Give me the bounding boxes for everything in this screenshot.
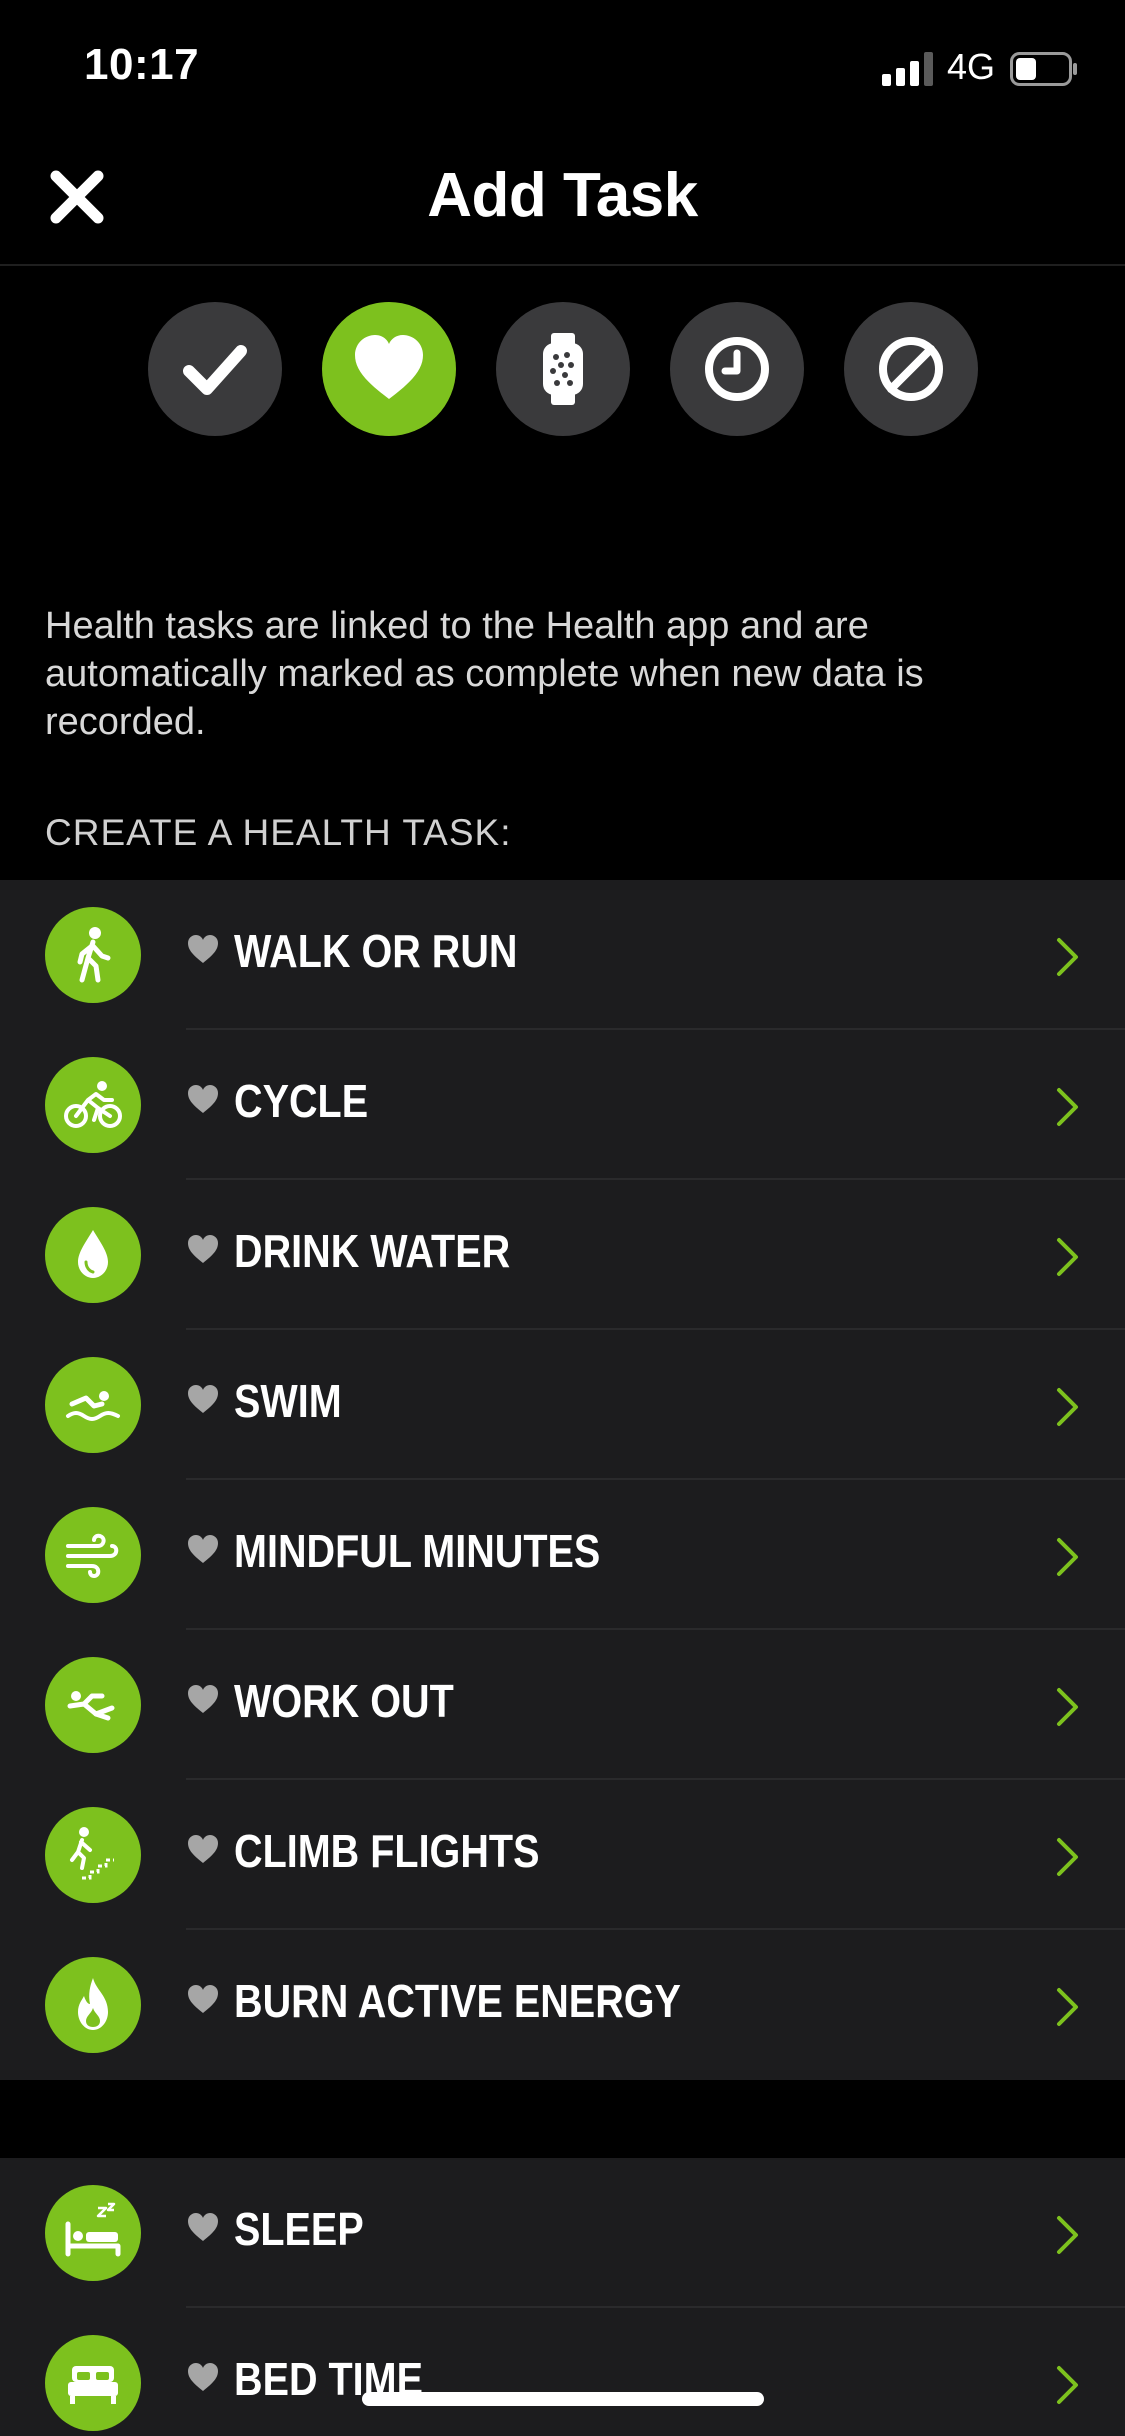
task-type-avoid-button[interactable] xyxy=(844,302,978,436)
stairs-icon xyxy=(70,1827,114,1880)
task-type-checkmark-button[interactable] xyxy=(148,302,282,436)
watch-icon xyxy=(543,333,583,405)
task-type-scheduled-button[interactable] xyxy=(670,302,804,436)
heart-icon xyxy=(188,1835,218,1863)
sleep-bed-icon xyxy=(65,2202,121,2257)
chevron-right-icon xyxy=(1057,1838,1078,1876)
heart-icon xyxy=(188,935,218,963)
task-label: CLIMB FLIGHTS xyxy=(234,1825,540,1877)
task-label: DRINK WATER xyxy=(234,1225,511,1277)
chevron-right-icon xyxy=(1057,1988,1078,2026)
chevron-right-icon xyxy=(1057,2216,1078,2254)
task-row-swim[interactable]: SWIM xyxy=(0,1330,1125,1480)
heart-icon xyxy=(188,1535,218,1563)
task-row-walk-or-run[interactable]: WALK OR RUN xyxy=(0,880,1125,1030)
swim-icon xyxy=(66,1391,120,1421)
checkmark-icon xyxy=(183,345,247,395)
task-label: WALK OR RUN xyxy=(234,925,518,977)
heart-icon xyxy=(188,1235,218,1263)
task-row-cycle[interactable]: CYCLE xyxy=(0,1030,1125,1180)
chevron-right-icon xyxy=(1057,1688,1078,1726)
task-label: WORK OUT xyxy=(234,1675,454,1727)
heart-icon xyxy=(188,2363,218,2391)
task-type-selector xyxy=(0,302,1125,436)
heart-icon xyxy=(188,2213,218,2241)
health-description: Health tasks are linked to the Health ap… xyxy=(45,605,924,743)
task-label: SWIM xyxy=(234,1375,342,1427)
task-type-watch-button[interactable] xyxy=(496,302,630,436)
task-label: CYCLE xyxy=(234,1075,369,1127)
chevron-right-icon xyxy=(1057,938,1078,976)
chevron-right-icon xyxy=(1057,2366,1078,2404)
heart-icon xyxy=(188,1385,218,1413)
flame-icon xyxy=(78,1978,108,2030)
workout-icon xyxy=(67,1691,115,1721)
chevron-right-icon xyxy=(1057,1538,1078,1576)
heart-icon xyxy=(188,1085,218,1113)
status-bar: 10:17 4G xyxy=(0,0,1125,132)
bicycle-icon xyxy=(64,1081,122,1128)
task-row-mindful-minutes[interactable]: MINDFUL MINUTES xyxy=(0,1480,1125,1630)
water-drop-icon xyxy=(78,1230,108,1278)
task-row-climb-flights[interactable]: CLIMB FLIGHTS xyxy=(0,1780,1125,1930)
block-icon xyxy=(879,337,943,401)
task-row-bed-time[interactable]: BED TIME xyxy=(0,2308,1125,2436)
task-row-burn-active-energy[interactable]: BURN ACTIVE ENERGY xyxy=(0,1930,1125,2080)
task-row-sleep[interactable]: SLEEP xyxy=(0,2158,1125,2308)
battery-icon xyxy=(1010,52,1077,86)
heart-icon xyxy=(355,335,423,399)
task-row-work-out[interactable]: WORK OUT xyxy=(0,1630,1125,1780)
walk-icon xyxy=(77,927,111,983)
chevron-right-icon xyxy=(1057,1388,1078,1426)
heart-icon xyxy=(188,1685,218,1713)
health-task-list: WALK OR RUN CYCLE DRINK WATER SWIM MINDF… xyxy=(0,880,1125,2080)
page-title: Add Task xyxy=(427,161,698,230)
task-type-health-button[interactable] xyxy=(322,302,456,436)
task-label: BURN ACTIVE ENERGY xyxy=(234,1975,681,2027)
clock-icon xyxy=(705,337,769,401)
nav-bar: Add Task xyxy=(0,132,1125,266)
task-row-drink-water[interactable]: DRINK WATER xyxy=(0,1180,1125,1330)
task-label: SLEEP xyxy=(234,2203,364,2255)
network-type: 4G xyxy=(947,46,996,87)
wind-icon xyxy=(66,1533,119,1579)
home-indicator[interactable] xyxy=(362,2392,764,2406)
heart-icon xyxy=(188,1985,218,2013)
status-time: 10:17 xyxy=(84,40,200,89)
task-label: MINDFUL MINUTES xyxy=(234,1525,601,1577)
chevron-right-icon xyxy=(1057,1238,1078,1276)
bed-icon xyxy=(68,2366,118,2404)
section-header: CREATE A HEALTH TASK: xyxy=(45,812,512,853)
signal-icon xyxy=(882,52,933,86)
chevron-right-icon xyxy=(1057,1088,1078,1126)
